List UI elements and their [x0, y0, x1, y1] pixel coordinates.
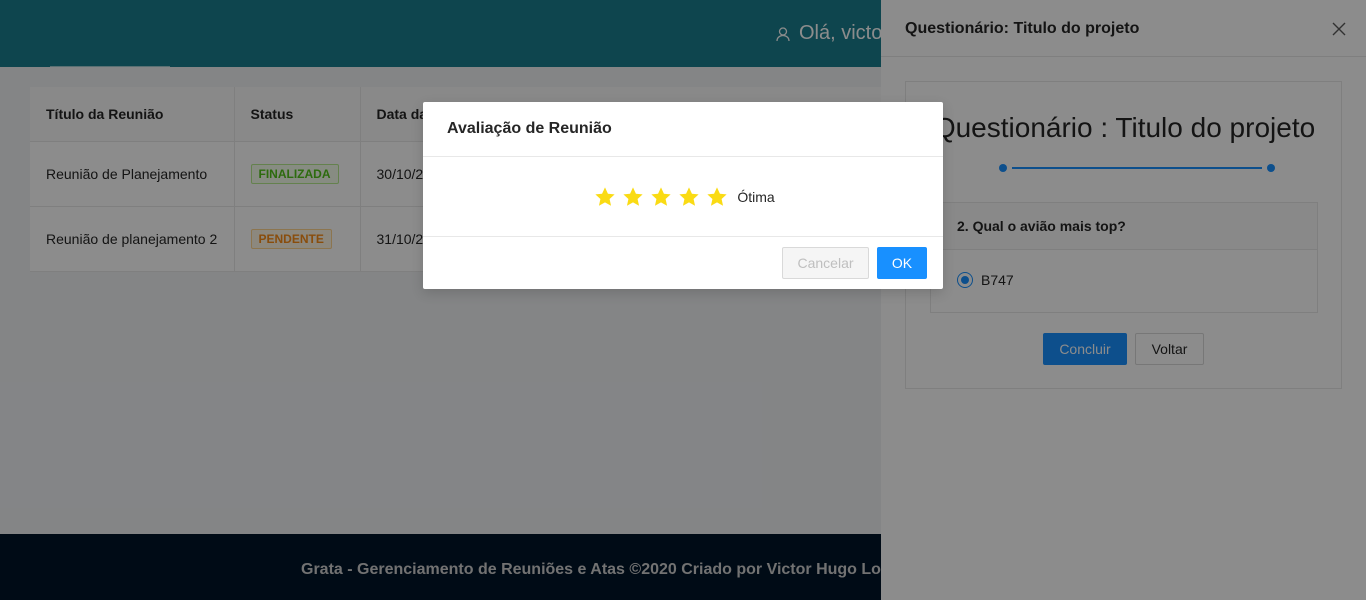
drawer-backdrop — [881, 0, 1366, 600]
rating-row: Ótima — [423, 157, 943, 237]
star-icon[interactable] — [706, 186, 728, 208]
star-icon[interactable] — [622, 186, 644, 208]
rating-description: Ótima — [737, 188, 775, 205]
ok-button[interactable]: OK — [877, 247, 927, 279]
star-icon[interactable] — [594, 186, 616, 208]
cancel-button[interactable]: Cancelar — [782, 247, 869, 279]
modal-header: Avaliação de Reunião — [423, 102, 943, 157]
rating-modal: Avaliação de Reunião Ótima Cancelar OK — [423, 102, 943, 289]
star-icon[interactable] — [650, 186, 672, 208]
star-rating[interactable] — [591, 186, 731, 208]
modal-title: Avaliação de Reunião — [447, 120, 612, 137]
star-icon[interactable] — [678, 186, 700, 208]
